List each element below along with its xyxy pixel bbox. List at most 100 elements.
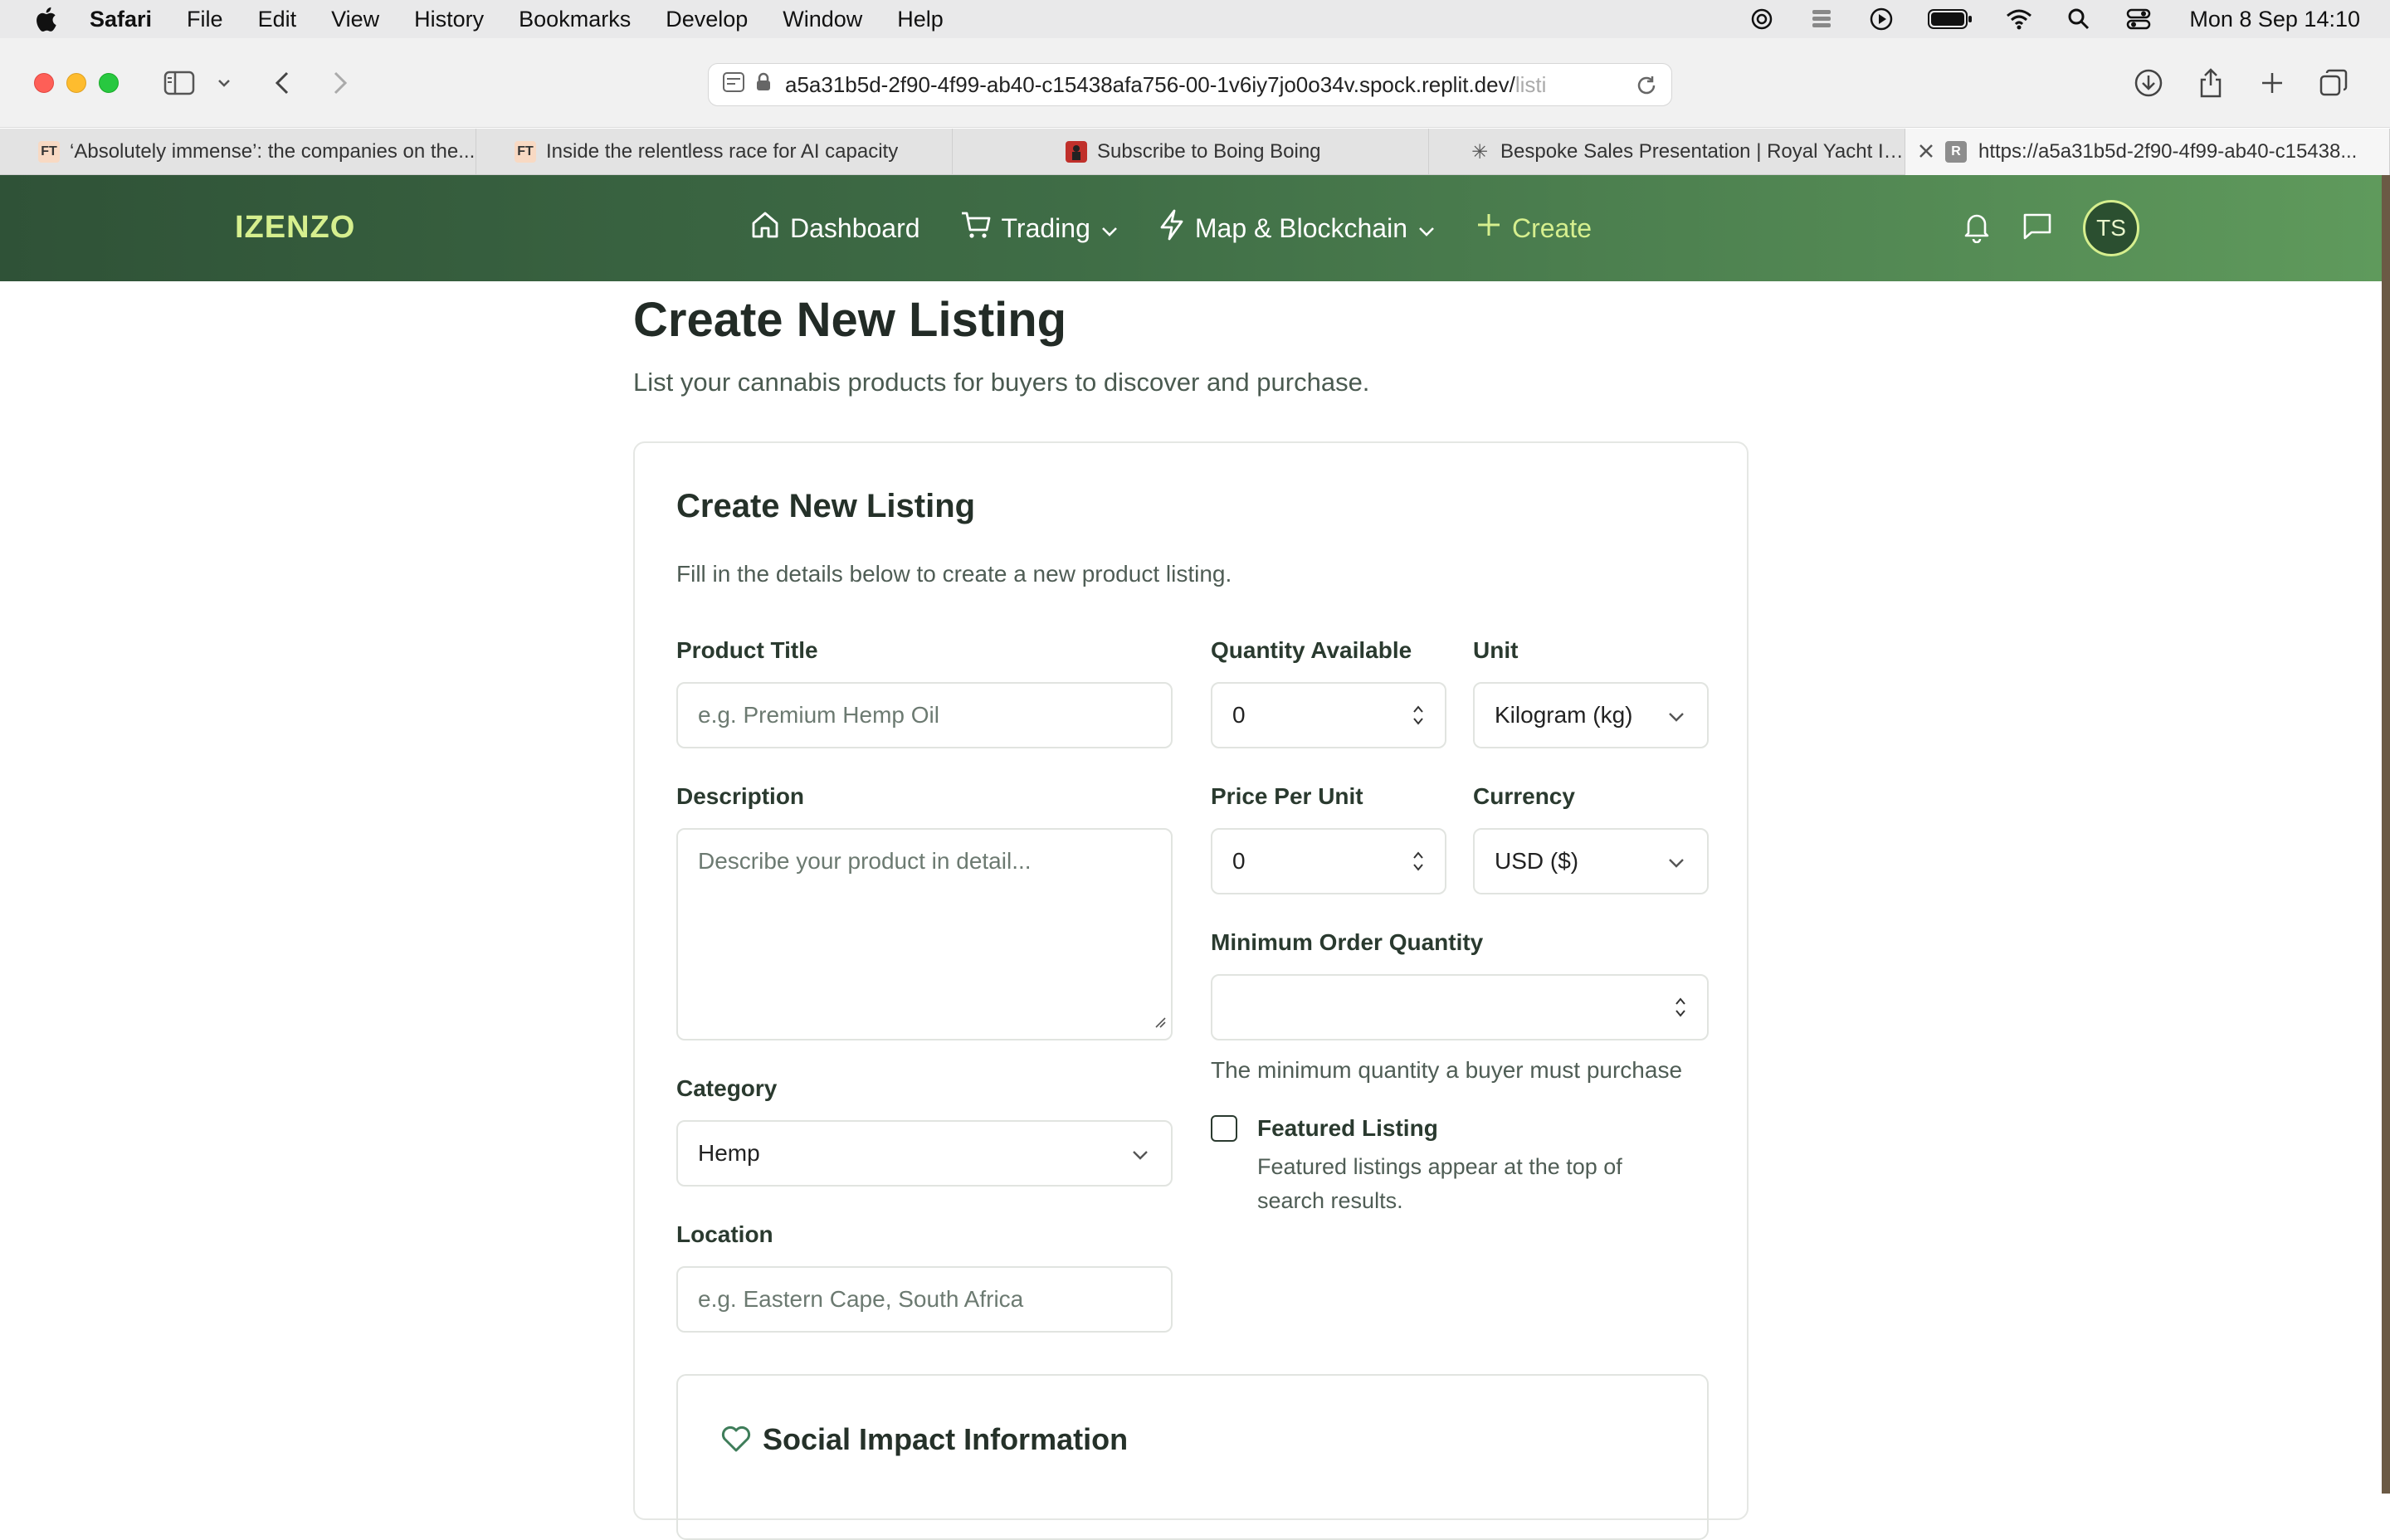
- product-title-label: Product Title: [676, 637, 818, 663]
- forward-chevron-icon[interactable]: [325, 61, 355, 105]
- min-order-label: Minimum Order Quantity: [1211, 929, 1484, 955]
- menu-develop[interactable]: Develop: [666, 7, 748, 32]
- nav-create[interactable]: Create: [1475, 212, 1592, 245]
- share-icon[interactable]: [2194, 61, 2227, 105]
- quantity-stepper[interactable]: 0: [1211, 682, 1446, 748]
- description-textarea[interactable]: Describe your product in detail...: [676, 828, 1173, 1040]
- battery-icon[interactable]: [1927, 5, 1973, 33]
- nav-dashboard[interactable]: Dashboard: [750, 210, 920, 246]
- menu-history[interactable]: History: [414, 7, 484, 32]
- play-circle-icon[interactable]: [1867, 5, 1895, 33]
- quantity-label: Quantity Available: [1211, 637, 1412, 663]
- unit-value: Kilogram (kg): [1495, 702, 1633, 728]
- page-subtitle: List your cannabis products for buyers t…: [633, 368, 1370, 397]
- resize-handle-icon[interactable]: [1154, 1007, 1166, 1034]
- control-center-icon[interactable]: [2124, 5, 2153, 33]
- chevron-down-icon: [1100, 213, 1119, 244]
- social-impact-section: Social Impact Information: [676, 1374, 1709, 1540]
- card-description: Fill in the details below to create a ne…: [676, 561, 1232, 587]
- browser-tab[interactable]: ✳ Bespoke Sales Presentation | Royal Yac…: [1429, 129, 1905, 175]
- brand-logo[interactable]: IZENZO: [235, 210, 355, 246]
- reload-icon[interactable]: [1635, 74, 1658, 103]
- location-input[interactable]: e.g. Eastern Cape, South Africa: [676, 1266, 1173, 1333]
- category-select[interactable]: Hemp: [676, 1120, 1173, 1187]
- close-tab-icon[interactable]: [1917, 142, 1935, 166]
- new-tab-plus-icon[interactable]: [2256, 61, 2289, 105]
- boing-boing-favicon-icon: [1066, 141, 1087, 163]
- min-order-stepper[interactable]: [1211, 974, 1709, 1040]
- browser-tab-active[interactable]: R https://a5a31b5d-2f90-4f99-ab40-c15438…: [1905, 129, 2390, 175]
- window-zoom-button[interactable]: [99, 73, 119, 93]
- nav-trading[interactable]: Trading: [960, 210, 1119, 246]
- wifi-icon[interactable]: [2005, 5, 2033, 33]
- sidebar-toggle-icon[interactable]: [161, 61, 198, 105]
- tab-overview-icon[interactable]: [2317, 61, 2350, 105]
- price-value: 0: [1232, 848, 1246, 874]
- menu-file[interactable]: File: [187, 7, 223, 32]
- chevron-down-icon: [1131, 1140, 1149, 1167]
- spotlight-search-icon[interactable]: [2065, 5, 2093, 33]
- currency-value: USD ($): [1495, 848, 1579, 874]
- menubar-clock[interactable]: Mon 8 Sep 14:10: [2189, 7, 2360, 32]
- price-stepper[interactable]: 0: [1211, 828, 1446, 894]
- menu-edit[interactable]: Edit: [258, 7, 297, 32]
- menu-bookmarks[interactable]: Bookmarks: [519, 7, 631, 32]
- messages-icon[interactable]: [2022, 212, 2053, 246]
- card-title: Create New Listing: [676, 488, 976, 524]
- tab-bar: FT ‘Absolutely immense’: the companies o…: [0, 129, 2390, 175]
- chevron-down-icon: [1667, 702, 1685, 729]
- menu-window[interactable]: Window: [783, 7, 862, 32]
- user-avatar[interactable]: TS: [2083, 200, 2139, 256]
- tab-group-chevron-down-icon[interactable]: [214, 61, 234, 105]
- browser-tab[interactable]: FT ‘Absolutely immense’: the companies o…: [0, 129, 476, 175]
- unit-select[interactable]: Kilogram (kg): [1473, 682, 1709, 748]
- window-minimize-button[interactable]: [66, 73, 86, 93]
- browser-toolbar: a5a31b5d-2f90-4f99-ab40-c15438afa756-00-…: [0, 38, 2390, 128]
- tab-title: Subscribe to Boing Boing: [1097, 140, 1321, 163]
- main-nav: Dashboard Trading Map & Blockchain Creat…: [750, 175, 1592, 281]
- window-close-button[interactable]: [34, 73, 54, 93]
- tab-title: ‘Absolutely immense’: the companies on t…: [70, 140, 476, 163]
- tab-title: https://a5a31b5d-2f90-4f99-ab40-c15438..…: [1978, 140, 2358, 163]
- stepper-arrows-icon[interactable]: [1674, 993, 1687, 1021]
- address-bar[interactable]: a5a31b5d-2f90-4f99-ab40-c15438afa756-00-…: [708, 63, 1672, 106]
- url-text[interactable]: a5a31b5d-2f90-4f99-ab40-c15438afa756-00-…: [785, 72, 1615, 98]
- quantity-value: 0: [1232, 702, 1246, 728]
- apple-menu-icon[interactable]: [33, 5, 58, 33]
- shopping-cart-icon: [960, 210, 992, 246]
- stepper-arrows-icon[interactable]: [1412, 701, 1425, 729]
- notification-bell-icon[interactable]: [1962, 210, 1992, 247]
- nav-map-label: Map & Blockchain: [1194, 212, 1407, 243]
- category-label: Category: [676, 1075, 778, 1101]
- menu-app-name[interactable]: Safari: [90, 7, 152, 32]
- downloads-icon[interactable]: [2131, 61, 2166, 105]
- featured-listing-hint: Featured listings appear at the top of s…: [1257, 1154, 1622, 1213]
- featured-listing-checkbox[interactable]: [1211, 1115, 1237, 1142]
- chatgpt-icon[interactable]: [1748, 5, 1776, 33]
- menu-view[interactable]: View: [331, 7, 379, 32]
- plus-icon: [1475, 212, 1502, 245]
- unit-label: Unit: [1473, 637, 1519, 663]
- lightning-icon: [1158, 209, 1185, 247]
- social-impact-title: Social Impact Information: [763, 1422, 1129, 1456]
- back-chevron-icon[interactable]: [267, 61, 297, 105]
- heart-icon: [719, 1422, 753, 1458]
- stepper-arrows-icon[interactable]: [1412, 847, 1425, 875]
- chevron-down-icon: [1417, 213, 1436, 244]
- tab-title: Inside the relentless race for AI capaci…: [546, 140, 899, 163]
- desktop-background-strip: [2382, 175, 2390, 1494]
- currency-select[interactable]: USD ($): [1473, 828, 1709, 894]
- stack-menu-icon[interactable]: [1807, 5, 1836, 33]
- currency-label: Currency: [1473, 783, 1575, 809]
- featured-listing-label[interactable]: Featured Listing: [1257, 1115, 1438, 1142]
- menu-help[interactable]: Help: [897, 7, 944, 32]
- nav-dashboard-label: Dashboard: [790, 212, 920, 243]
- macos-menubar: Safari File Edit View History Bookmarks …: [0, 0, 2390, 38]
- replit-favicon-icon: R: [1945, 141, 1967, 163]
- browser-tab[interactable]: Subscribe to Boing Boing: [953, 129, 1429, 175]
- create-listing-card: Create New Listing Fill in the details b…: [633, 441, 1749, 1540]
- browser-tab[interactable]: FT Inside the relentless race for AI cap…: [476, 129, 953, 175]
- nav-map-blockchain[interactable]: Map & Blockchain: [1158, 209, 1436, 247]
- product-title-input[interactable]: e.g. Premium Hemp Oil: [676, 682, 1173, 748]
- page-settings-icon[interactable]: [722, 71, 745, 99]
